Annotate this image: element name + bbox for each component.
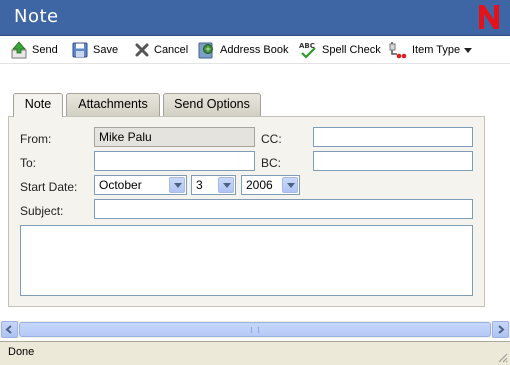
month-value: October [99, 178, 142, 192]
subject-label: Subject: [20, 204, 64, 218]
note-form-panel: From: Mike Palu CC: To: BC: Start Date: … [8, 116, 485, 307]
month-select[interactable]: October [94, 175, 187, 195]
cc-label: CC: [261, 132, 282, 146]
scroll-grip-icon [251, 327, 259, 333]
tab-attachments-label: Attachments [78, 97, 148, 111]
cancel-label: Cancel [154, 44, 189, 56]
scroll-thumb[interactable] [19, 322, 491, 337]
spell-check-button[interactable]: ABC Spell Check [298, 40, 381, 60]
start-date-label: Start Date: [20, 180, 78, 194]
save-icon [72, 42, 88, 58]
subject-field[interactable] [94, 199, 473, 219]
from-field: Mike Palu [94, 127, 255, 147]
tab-note[interactable]: Note [13, 93, 63, 117]
tab-attachments[interactable]: Attachments [66, 93, 160, 116]
day-value: 3 [196, 178, 203, 192]
spell-check-label: Spell Check [322, 44, 381, 56]
cc-field[interactable] [313, 127, 473, 147]
scroll-left-button[interactable] [1, 321, 18, 338]
to-label: To: [20, 156, 37, 170]
save-label: Save [93, 44, 119, 56]
address-book-icon [198, 42, 213, 59]
address-book-label: Address Book [220, 44, 289, 56]
title-bar: Note [0, 0, 510, 36]
year-select[interactable]: 2006 [241, 175, 300, 195]
toolbar: Send Save Cancel Address Book ABC Spell … [0, 36, 510, 64]
horizontal-scrollbar[interactable] [0, 321, 510, 338]
status-bar: Done [0, 341, 510, 365]
cancel-button[interactable]: Cancel [134, 40, 188, 60]
to-field[interactable] [94, 151, 255, 171]
item-type-label: Item Type [412, 44, 461, 56]
month-dropdown-arrow-icon[interactable] [169, 177, 185, 193]
send-label: Send [32, 44, 58, 56]
tab-note-label: Note [24, 97, 52, 111]
scroll-right-button[interactable] [492, 321, 509, 338]
bc-label: BC: [261, 156, 282, 170]
tab-send-options[interactable]: Send Options [163, 93, 261, 116]
chevron-left-icon [5, 325, 12, 334]
novell-logo-icon [479, 5, 499, 29]
bc-field[interactable] [313, 151, 473, 171]
spell-check-icon: ABC [299, 42, 316, 59]
address-book-button[interactable]: Address Book [196, 40, 288, 60]
save-button[interactable]: Save [71, 40, 118, 60]
window-title: Note [14, 6, 59, 27]
svg-text:ABC: ABC [299, 42, 315, 50]
day-select[interactable]: 3 [191, 175, 236, 195]
send-icon [11, 41, 27, 59]
tab-send-options-label: Send Options [174, 97, 250, 111]
status-text: Done [8, 346, 35, 358]
chevron-right-icon [498, 325, 505, 334]
year-dropdown-arrow-icon[interactable] [282, 177, 298, 193]
item-type-button[interactable]: Item Type [388, 40, 473, 60]
resize-grip-icon[interactable] [496, 351, 508, 363]
chevron-down-icon [464, 48, 473, 53]
item-type-icon [389, 42, 407, 59]
note-content: Note Attachments Send Options From: Mike… [0, 65, 510, 317]
message-body[interactable] [20, 225, 473, 296]
from-label: From: [20, 132, 52, 146]
send-button[interactable]: Send [10, 40, 58, 60]
year-value: 2006 [246, 178, 273, 192]
day-dropdown-arrow-icon[interactable] [218, 177, 234, 193]
cancel-icon [135, 43, 149, 57]
